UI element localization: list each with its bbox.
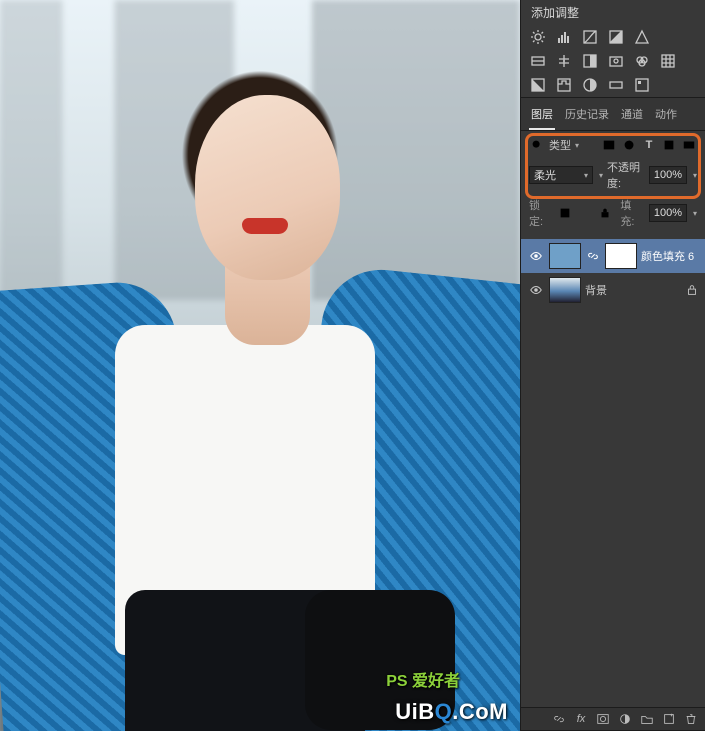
- brightness-icon[interactable]: [529, 29, 547, 45]
- fill-label: 填充:: [620, 197, 644, 229]
- vibrance-icon[interactable]: [633, 29, 651, 45]
- threshold-icon[interactable]: [581, 77, 599, 93]
- fill-value[interactable]: 100%: [649, 204, 687, 222]
- invert-icon[interactable]: [529, 77, 547, 93]
- trash-icon[interactable]: [683, 712, 699, 726]
- layer-thumb[interactable]: [549, 243, 581, 269]
- photo-filter-icon[interactable]: [607, 53, 625, 69]
- color-lookup-icon[interactable]: [659, 53, 677, 69]
- layer-thumb[interactable]: [549, 277, 581, 303]
- layer-row[interactable]: 背景: [521, 273, 705, 307]
- gradient-map-icon[interactable]: [607, 77, 625, 93]
- lock-position-icon[interactable]: [577, 206, 593, 220]
- layers-panel: 图层 历史记录 通道 动作 类型▾ T: [521, 98, 705, 731]
- adjustments-title: 添加调整: [521, 0, 705, 25]
- watermark-uibq: UiBQ.CoM: [395, 699, 508, 725]
- visibility-toggle[interactable]: [527, 281, 545, 299]
- adjustment-layer-icon[interactable]: [617, 712, 633, 726]
- photo-content: [0, 0, 520, 731]
- filter-pixel-icon[interactable]: [601, 138, 617, 152]
- hue-icon[interactable]: [529, 53, 547, 69]
- lock-icon: [685, 283, 699, 297]
- opacity-value[interactable]: 100%: [649, 166, 687, 184]
- filter-adjust-icon[interactable]: [621, 138, 637, 152]
- mask-icon[interactable]: [595, 712, 611, 726]
- lock-all-icon[interactable]: [597, 206, 613, 220]
- exposure-icon[interactable]: [607, 29, 625, 45]
- link-icon[interactable]: [585, 249, 601, 263]
- bw-icon[interactable]: [581, 53, 599, 69]
- color-balance-icon[interactable]: [555, 53, 573, 69]
- filter-type-icon[interactable]: T: [641, 138, 657, 152]
- visibility-toggle[interactable]: [527, 247, 545, 265]
- blend-mode-select[interactable]: 柔光▾: [529, 166, 593, 184]
- tab-history[interactable]: 历史记录: [563, 102, 611, 130]
- panel-tabs: 图层 历史记录 通道 动作: [521, 98, 705, 131]
- filter-smart-icon[interactable]: [681, 138, 697, 152]
- levels-icon[interactable]: [555, 29, 573, 45]
- search-icon[interactable]: [529, 138, 545, 152]
- filter-shape-icon[interactable]: [661, 138, 677, 152]
- layer-name[interactable]: 背景: [585, 282, 607, 298]
- tab-channels[interactable]: 通道: [619, 102, 645, 130]
- channel-mixer-icon[interactable]: [633, 53, 651, 69]
- curves-icon[interactable]: [581, 29, 599, 45]
- layer-name[interactable]: 颜色填充 6: [641, 248, 694, 264]
- group-icon[interactable]: [639, 712, 655, 726]
- selective-color-icon[interactable]: [633, 77, 651, 93]
- tab-layers[interactable]: 图层: [529, 102, 555, 130]
- layer-filter-row: 类型▾ T: [521, 131, 705, 157]
- new-layer-icon[interactable]: [661, 712, 677, 726]
- lock-label: 锁定:: [529, 197, 553, 229]
- layers-list: 颜色填充 6 背景: [521, 235, 705, 307]
- adjustments-panel: 添加调整: [521, 0, 705, 98]
- mask-thumb[interactable]: [605, 243, 637, 269]
- document-canvas[interactable]: PS 爱好者 UiBQ.CoM: [0, 0, 520, 731]
- layers-footer: fx: [521, 707, 705, 730]
- fx-icon[interactable]: fx: [573, 712, 589, 726]
- tab-actions[interactable]: 动作: [653, 102, 679, 130]
- lock-pixels-icon[interactable]: [557, 206, 573, 220]
- opacity-label: 不透明度:: [607, 159, 645, 191]
- layer-row[interactable]: 颜色填充 6: [521, 239, 705, 273]
- posterize-icon[interactable]: [555, 77, 573, 93]
- filter-kind-dropdown[interactable]: 类型▾: [549, 137, 579, 153]
- watermark-ps: PS 爱好者: [386, 667, 460, 691]
- link-layers-icon[interactable]: [551, 712, 567, 726]
